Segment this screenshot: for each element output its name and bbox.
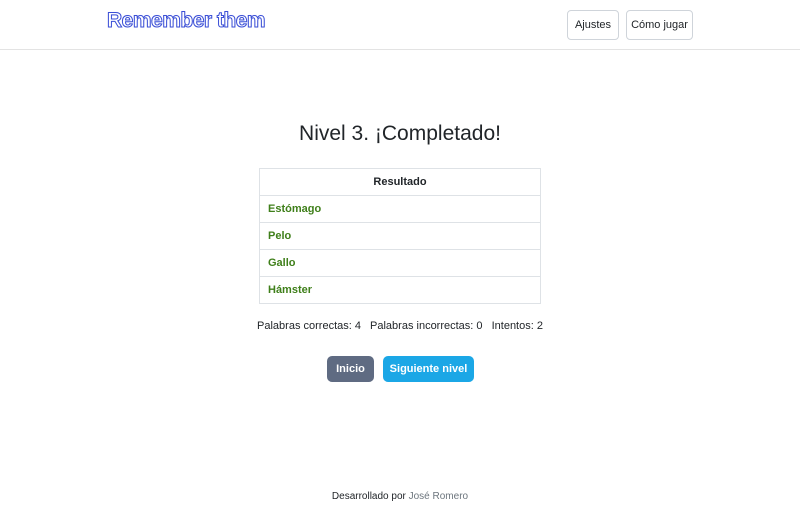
results-table: Resultado Estómago Pelo Gallo Hámster	[259, 168, 541, 304]
attempts-count: Intentos: 2	[491, 320, 543, 332]
footer: Desarrollado por José Romero	[0, 491, 800, 502]
table-row: Estómago	[259, 195, 541, 223]
home-button[interactable]: Inicio	[327, 356, 374, 382]
page-title: Nivel 3. ¡Completado!	[299, 122, 501, 145]
footer-prefix: Desarrollado por	[331, 491, 406, 502]
how-to-play-button[interactable]: Cómo jugar	[626, 10, 693, 40]
result-word: Gallo	[259, 249, 541, 277]
table-row: Gallo	[259, 249, 541, 277]
result-word: Hámster	[268, 284, 313, 296]
next-level-button[interactable]: Siguiente nivel	[383, 356, 474, 382]
incorrect-count: Palabras incorrectas: 0	[370, 320, 483, 332]
navbar: Remember them Ajustes Cómo jugar	[0, 0, 800, 50]
stats-line: Palabras correctas: 4 Palabras incorrect…	[0, 320, 800, 332]
table-row: Hámster	[260, 277, 541, 304]
correct-count: Palabras correctas: 4	[257, 320, 361, 332]
results-header: Resultado	[259, 168, 541, 196]
author-link[interactable]: José Romero	[409, 491, 468, 502]
result-word: Pelo	[259, 222, 541, 250]
result-word: Estómago	[259, 195, 541, 223]
table-row: Pelo	[259, 222, 541, 250]
brand-logo[interactable]: Remember them	[106, 9, 266, 33]
settings-button[interactable]: Ajustes	[567, 10, 619, 40]
